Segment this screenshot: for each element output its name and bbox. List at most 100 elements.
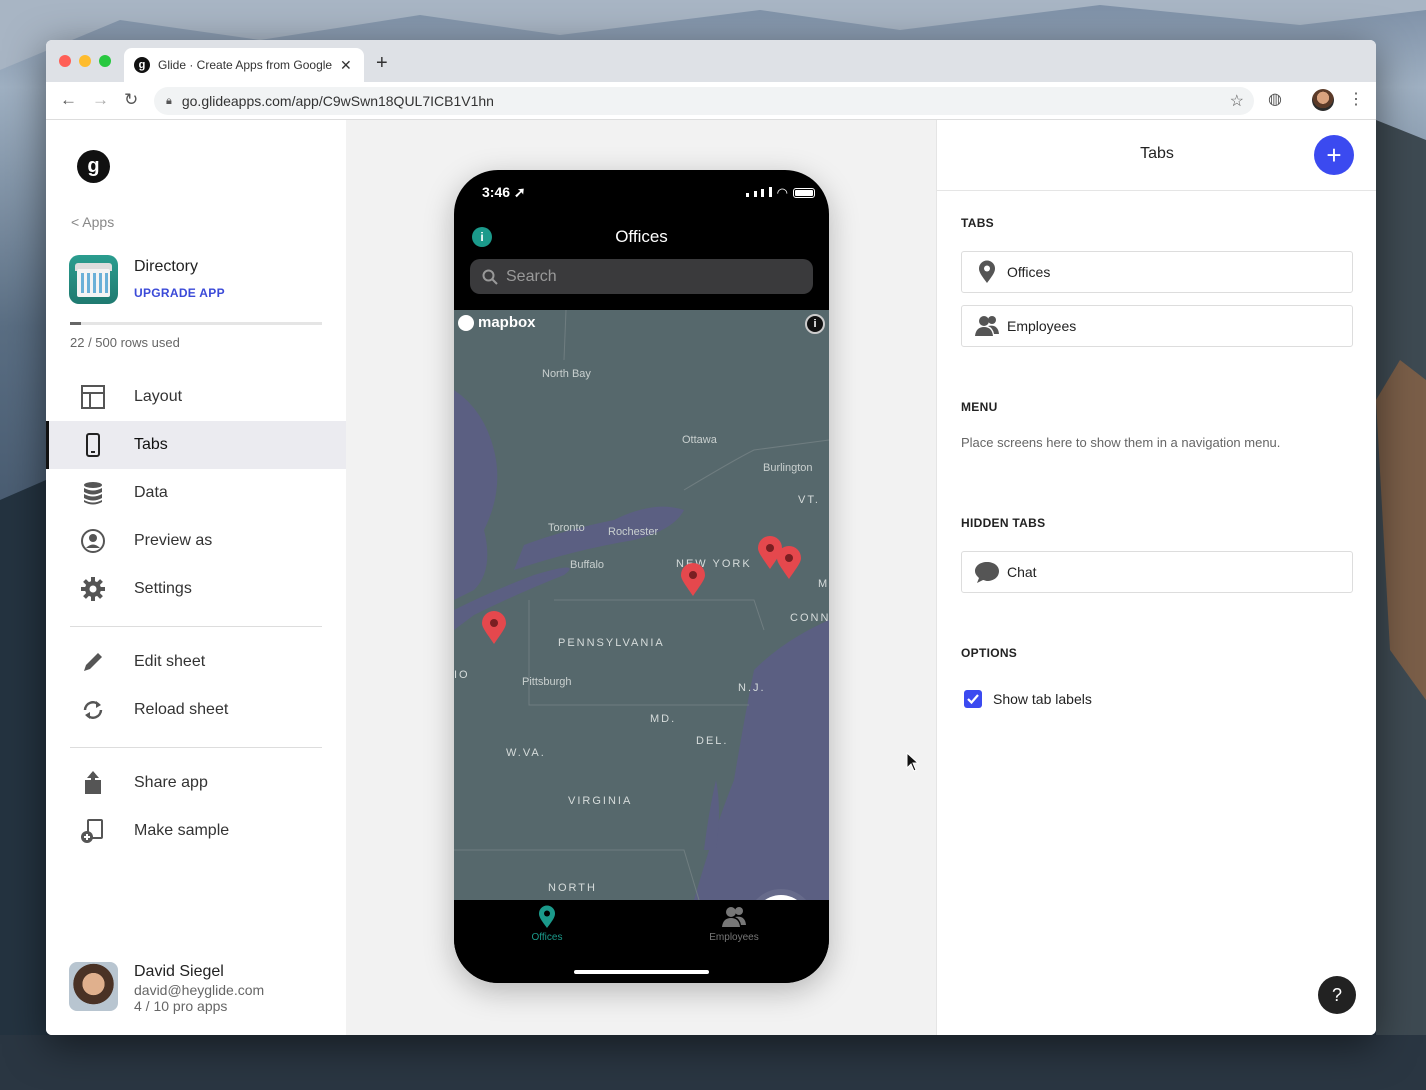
map-label-state: W.VA. [506, 747, 546, 759]
user-apps-count: 4 / 10 pro apps [134, 998, 228, 1014]
panel-header: Tabs + [937, 120, 1376, 191]
map-pin-icon[interactable] [680, 563, 706, 597]
map-label-city: Toronto [548, 522, 585, 534]
map-pin-icon[interactable] [481, 611, 507, 645]
app-icon[interactable] [69, 255, 118, 304]
show-tab-labels-label[interactable]: Show tab labels [993, 691, 1092, 707]
user-avatar[interactable] [69, 962, 118, 1011]
sidebar-item-reload-sheet[interactable]: Reload sheet [46, 686, 346, 734]
sidebar-item-data[interactable]: Data [46, 469, 346, 517]
section-title-hidden-tabs: HIDDEN TABS [961, 516, 1046, 530]
people-icon [974, 313, 1000, 339]
sidebar-item-layout[interactable]: Layout [46, 373, 346, 421]
glide-app: g < Apps Directory UPGRADE APP 22 / 500 … [46, 120, 1376, 1035]
tab-row-employees[interactable]: Employees [961, 305, 1353, 347]
map-label-state: IO [454, 669, 470, 681]
lock-icon: 🔒︎ [166, 94, 172, 107]
section-title-tabs: TABS [961, 216, 994, 230]
sidebar: g < Apps Directory UPGRADE APP 22 / 500 … [46, 120, 346, 1035]
search-input[interactable] [506, 267, 786, 286]
tab-close-icon[interactable]: ✕ [340, 57, 352, 74]
new-tab-icon[interactable]: + [376, 52, 388, 75]
map-label-state: DEL. [696, 735, 729, 747]
show-tab-labels-checkbox[interactable] [964, 690, 982, 708]
map-label-city: Rochester [608, 526, 659, 538]
profile-avatar[interactable] [1312, 89, 1334, 111]
tab-row-label: Employees [1007, 318, 1077, 334]
bookmark-star-icon[interactable]: ☆ [1230, 91, 1244, 111]
sidebar-item-label: Reload sheet [134, 701, 229, 718]
tab-label: Offices [531, 932, 563, 943]
map-shapes [454, 310, 829, 900]
search-icon [482, 269, 498, 285]
database-icon [80, 480, 106, 506]
phone-preview: 3:46 ➚ ◠ i Offices Search mapbox i North… [454, 170, 829, 983]
panel-title: Tabs [1140, 145, 1174, 162]
browser-menu-icon[interactable]: ⋮ [1348, 89, 1364, 109]
tab-row-offices[interactable]: Offices [961, 251, 1353, 293]
url-text: go.glideapps.com/app/C9wSwn18QUL7ICB1V1h… [181, 93, 494, 109]
sidebar-item-share-app[interactable]: Share app [46, 759, 346, 807]
sidebar-item-preview-as[interactable]: Preview as [46, 517, 346, 565]
checkmark-icon [967, 694, 979, 705]
screen-title: Offices [615, 227, 668, 246]
reload-page-icon[interactable]: ↻ [124, 90, 138, 110]
layout-icon [80, 384, 106, 410]
sidebar-item-label: Settings [134, 580, 192, 597]
people-icon [722, 907, 746, 927]
tab-label: Employees [709, 932, 759, 943]
reload-icon [80, 697, 106, 723]
help-button[interactable]: ? [1318, 976, 1356, 1014]
tab-row-chat[interactable]: Chat [961, 551, 1353, 593]
back-arrow-icon[interactable]: ← [60, 90, 77, 110]
minimize-window-dot[interactable] [79, 55, 91, 67]
menu-description: Place screens here to show them in a nav… [961, 435, 1281, 450]
map-label-city: Buffalo [570, 559, 605, 571]
browser-tab[interactable]: g Glide · Create Apps from Google Sheets… [124, 48, 364, 82]
battery-icon [793, 188, 815, 198]
map-label-state: CONN. [790, 612, 829, 624]
sidebar-divider [70, 747, 322, 748]
tab-title: Glide · Create Apps from Google Sheets [158, 58, 334, 72]
glide-logo[interactable]: g [77, 150, 110, 183]
chat-icon [974, 559, 1000, 585]
tab-offices[interactable]: Offices [487, 905, 607, 943]
tab-row-label: Offices [1007, 264, 1051, 280]
back-to-apps-link[interactable]: < Apps [71, 214, 114, 230]
forward-arrow-icon[interactable]: → [92, 90, 109, 110]
tab-row-label: Chat [1007, 564, 1037, 580]
tabs-config-panel: Tabs + TABS Offices Employees MENU Place… [936, 120, 1376, 1035]
map-label-state: PENNSYLVANIA [558, 637, 665, 649]
map-label-state: N.J. [738, 682, 766, 694]
sidebar-item-settings[interactable]: Settings [46, 565, 346, 613]
sidebar-item-make-sample[interactable]: Make sample [46, 807, 346, 855]
user-circle-icon [80, 528, 106, 554]
back-label: Apps [82, 214, 115, 230]
user-name: David Siegel [134, 963, 224, 980]
map-pin-icon[interactable] [776, 546, 802, 580]
sidebar-item-tabs[interactable]: Tabs [46, 421, 346, 469]
tab-employees[interactable]: Employees [674, 905, 794, 943]
plus-icon: + [1326, 140, 1342, 170]
add-tab-button[interactable]: + [1314, 135, 1354, 175]
rows-progress-bar [70, 322, 322, 325]
phone-search-bar[interactable] [470, 259, 813, 294]
map-label-state: NORTH [548, 882, 597, 894]
upgrade-app-link[interactable]: UPGRADE APP [134, 286, 225, 300]
sidebar-item-edit-sheet[interactable]: Edit sheet [46, 638, 346, 686]
map-view[interactable]: mapbox i North Bay Ottawa Burlington VT.… [454, 310, 829, 900]
app-name: Directory [134, 258, 199, 275]
mouse-cursor-icon [906, 752, 920, 772]
gear-icon [80, 576, 106, 602]
map-attribution-icon[interactable]: i [805, 314, 825, 334]
maximize-window-dot[interactable] [99, 55, 111, 67]
address-bar[interactable]: 🔒︎ go.glideapps.com/app/C9wSwn18QUL7ICB1… [154, 87, 1254, 115]
home-indicator [574, 970, 709, 974]
map-label-state: VIRGINIA [568, 795, 633, 807]
section-title-options: OPTIONS [961, 646, 1018, 660]
sidebar-item-label: Data [134, 484, 168, 501]
map-label-city: Burlington [763, 462, 813, 474]
extension-icon[interactable]: ◍ [1268, 89, 1282, 109]
close-window-dot[interactable] [59, 55, 71, 67]
section-title-menu: MENU [961, 400, 998, 414]
